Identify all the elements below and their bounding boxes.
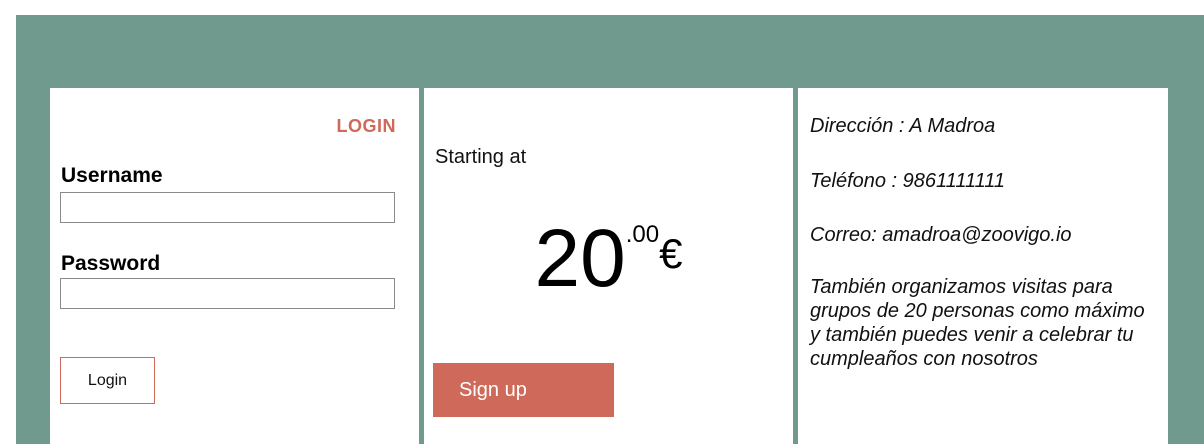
password-label: Password	[61, 252, 161, 275]
username-input[interactable]	[60, 192, 395, 223]
login-title: LOGIN	[336, 116, 396, 136]
price-integer: 20	[534, 213, 626, 304]
pricing-panel: Starting at 20.00€ Sign up	[424, 88, 793, 444]
password-input[interactable]	[60, 278, 395, 309]
price-currency: €	[659, 230, 683, 277]
login-panel: LOGIN Username Password Login	[50, 88, 419, 444]
contact-phone: Teléfono : 9861111111	[810, 170, 1005, 192]
contact-address: Dirección : A Madroa	[810, 115, 996, 137]
starting-at-text: Starting at	[435, 146, 527, 168]
page-background: LOGIN Username Password Login Starting a…	[16, 15, 1204, 444]
login-button[interactable]: Login	[60, 357, 155, 404]
contact-panel: Dirección : A Madroa Teléfono : 98611111…	[798, 88, 1168, 444]
username-label: Username	[61, 164, 163, 187]
contact-email: Correo: amadroa@zoovigo.io	[810, 224, 1072, 246]
price-decimals: .00	[625, 221, 660, 248]
price: 20.00€	[424, 218, 793, 300]
signup-button[interactable]: Sign up	[433, 363, 614, 417]
contact-note: También organizamos visitas para grupos …	[810, 276, 1145, 370]
